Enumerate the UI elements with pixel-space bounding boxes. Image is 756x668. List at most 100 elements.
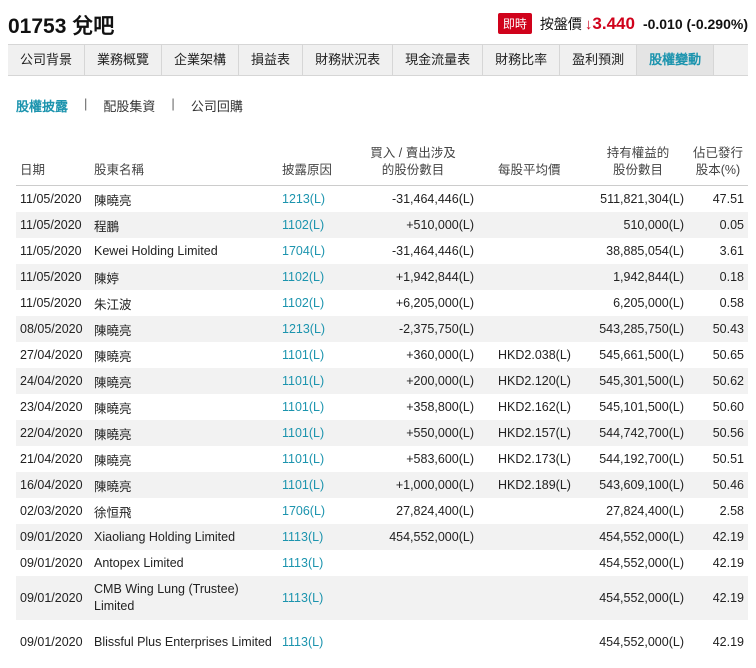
col-date: 日期 (16, 145, 90, 186)
tab-7[interactable]: 盈利預測 (560, 45, 638, 75)
cell-shares: +583,600(L) (406, 452, 474, 466)
cell-reason-link[interactable]: 1102(L) (278, 264, 348, 290)
cell-held: 1,942,844(L) (588, 264, 688, 290)
subnav-item-1[interactable]: 配股集資 (103, 96, 155, 115)
subnav-divider: | (84, 96, 88, 111)
cell-pct: 47.51 (712, 192, 744, 206)
cell-pct: 50.56 (688, 420, 748, 446)
cell-reason-link[interactable]: 1101(L) (278, 342, 348, 368)
cell-holder: Antopex Limited (94, 556, 184, 570)
tab-4[interactable]: 財務狀況表 (303, 45, 394, 75)
cell-avg-price: HKD2.157(L) (478, 420, 588, 446)
stock-title: 01753 兌吧 (8, 10, 114, 40)
cell-held: 543,609,100(L) (588, 472, 688, 498)
cell-reason-link[interactable]: 1213(L) (278, 186, 348, 213)
cell-date: 27/04/2020 (20, 348, 83, 362)
cell-pct: 3.61 (719, 244, 744, 258)
table-row: 09/01/2020 Antopex Limited 1113(L) 454,552,… (16, 550, 748, 576)
col-reason: 披露原因 (278, 145, 348, 186)
cell-date: 08/05/2020 (16, 316, 90, 342)
cell-shares (348, 620, 478, 664)
cell-avg-price (478, 264, 588, 290)
cell-reason-link[interactable]: 1101(L) (278, 368, 348, 394)
cell-held: 454,552,000(L) (588, 576, 688, 620)
cell-reason-link[interactable]: 1101(L) (278, 472, 348, 498)
tab-0[interactable]: 公司背景 (8, 45, 86, 75)
cell-held: 38,885,054(L) (606, 244, 684, 258)
cell-holder: 徐恒飛 (94, 505, 132, 520)
cell-held: 544,192,700(L) (599, 452, 684, 466)
tab-8[interactable]: 股權變動 (637, 45, 715, 75)
table-row: 09/01/2020 Blissful Plus Enterprises Limi… (16, 620, 748, 664)
cell-holder: Blissful Plus Enterprises Limited (94, 634, 272, 649)
cell-date: 09/01/2020 (20, 635, 83, 649)
cell-avg-price: HKD2.173(L) (498, 452, 571, 466)
stock-header: 01753 兌吧 即時 按盤價 ↓3.440 -0.010 (-0.290%) (0, 0, 756, 44)
cell-reason-link[interactable]: 1704(L) (278, 238, 348, 264)
cell-avg-price (478, 186, 588, 213)
cell-held: 511,821,304(L) (600, 192, 684, 206)
cell-reason-link[interactable]: 1706(L) (278, 498, 348, 524)
cell-reason-link[interactable]: 1113(L) (278, 550, 348, 576)
col-shares: 買入 / 賣出涉及 的股份數目 (348, 145, 478, 186)
cell-held: 454,552,000(L) (588, 524, 688, 550)
cell-reason-link[interactable]: 1101(L) (278, 394, 348, 420)
cell-date: 02/03/2020 (20, 504, 83, 518)
subnav-item-2[interactable]: 公司回購 (191, 96, 243, 115)
tab-3[interactable]: 損益表 (239, 45, 304, 75)
sub-navigation: 股權披露 | 配股集資 | 公司回購 (16, 96, 243, 115)
cell-reason-link[interactable]: 1113(L) (278, 524, 348, 550)
cell-held: 454,552,000(L) (599, 556, 684, 570)
cell-holder: Kewei Holding Limited (94, 244, 218, 258)
cell-held: 454,552,000(L) (599, 635, 684, 649)
tab-5[interactable]: 現金流量表 (393, 45, 484, 75)
tab-1[interactable]: 業務概覽 (85, 45, 163, 75)
table-row: 11/05/2020 陳婷 1102(L) +1,942,844(L) 1,942,84… (16, 264, 748, 290)
cell-avg-price (478, 550, 588, 576)
cell-pct: 0.18 (688, 264, 748, 290)
cell-reason-link[interactable]: 1102(L) (278, 212, 348, 238)
stock-code: 01753 (8, 15, 67, 38)
cell-reason-link[interactable]: 1102(L) (278, 290, 348, 316)
cell-avg-price (478, 620, 588, 664)
cell-shares: 27,824,400(L) (396, 504, 474, 518)
cell-held: 27,824,400(L) (606, 504, 684, 518)
cell-shares (348, 576, 478, 620)
cell-avg-price: HKD2.120(L) (478, 368, 588, 394)
cell-reason-link[interactable]: 1113(L) (278, 576, 348, 620)
cell-reason-link[interactable]: 1101(L) (278, 446, 348, 472)
tab-2[interactable]: 企業架構 (162, 45, 240, 75)
cell-avg-price (478, 238, 588, 264)
cell-avg-price (478, 290, 588, 316)
table-row: 24/04/2020 陳曉亮 1101(L) +200,000(L) HKD2.120(… (16, 368, 748, 394)
cell-reason-link[interactable]: 1101(L) (278, 420, 348, 446)
cell-shares: -31,464,446(L) (391, 192, 474, 206)
cell-pct: 2.58 (719, 504, 744, 518)
cell-reason-link[interactable]: 1113(L) (278, 620, 348, 664)
cell-date: 23/04/2020 (20, 400, 83, 414)
cell-date: 09/01/2020 (16, 576, 90, 620)
cell-avg-price: HKD2.038(L) (498, 348, 571, 362)
cell-date: 11/05/2020 (16, 212, 90, 238)
table-row: 27/04/2020 陳曉亮 1101(L) +360,000(L) HKD2.038(… (16, 342, 748, 368)
cell-shares: +1,942,844(L) (348, 264, 478, 290)
cell-date: 11/05/2020 (16, 264, 90, 290)
table-row: 21/04/2020 陳曉亮 1101(L) +583,600(L) HKD2.173(… (16, 446, 748, 472)
cell-reason-link[interactable]: 1213(L) (278, 316, 348, 342)
table-header-row: 日期 股東名稱 披露原因 買入 / 賣出涉及 的股份數目 每股平均價 持有權益的股… (16, 145, 748, 186)
cell-pct: 42.19 (712, 635, 744, 649)
cell-pct: 42.19 (688, 524, 748, 550)
cell-held: 510,000(L) (588, 212, 688, 238)
tab-6[interactable]: 財務比率 (483, 45, 561, 75)
cell-pct: 0.58 (719, 296, 744, 310)
cell-date: 22/04/2020 (16, 420, 90, 446)
cell-pct: 50.51 (712, 452, 744, 466)
cell-shares (348, 550, 478, 576)
cell-date: 09/01/2020 (20, 556, 83, 570)
cell-holder: 陳曉亮 (94, 349, 132, 364)
table-row: 11/05/2020 程鵬 1102(L) +510,000(L) 510,000(L)… (16, 212, 748, 238)
subnav-item-0[interactable]: 股權披露 (16, 96, 68, 115)
cell-shares: 454,552,000(L) (348, 524, 478, 550)
table-row: 16/04/2020 陳曉亮 1101(L) +1,000,000(L) HKD2.18… (16, 472, 748, 498)
live-badge[interactable]: 即時 (497, 13, 532, 34)
